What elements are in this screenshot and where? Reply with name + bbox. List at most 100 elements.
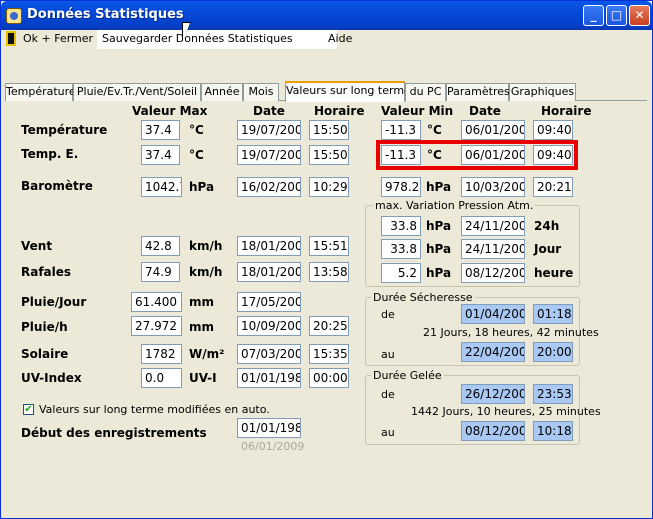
temperature-min-time[interactable]: 09:40 (533, 120, 573, 140)
tab-mois[interactable]: Mois (243, 83, 279, 101)
barometre-max-field[interactable]: 1042.7 (141, 177, 182, 197)
dry-from-label: de (381, 308, 395, 321)
temperature-max-date[interactable]: 19/07/2006 (237, 120, 301, 140)
rafales-max-field[interactable]: 74.9 (141, 262, 180, 282)
uv-max-field[interactable]: 0.0 (141, 368, 182, 388)
pressure-24h-value[interactable]: 33.8 (381, 216, 421, 236)
label-rafales: Rafales (21, 265, 72, 279)
tab-temperature[interactable]: Température (5, 83, 76, 101)
temp-e-max-time[interactable]: 15:50 (309, 145, 349, 165)
main-window: Données Statistiques _ □ ✕ Ok + Fermer S… (0, 0, 653, 519)
tab-long-term[interactable]: Valeurs sur long terme (285, 81, 411, 102)
tab-parametres[interactable]: Paramètres (446, 83, 510, 101)
barometre-min-unit: hPa (426, 180, 452, 194)
pressure-hour-value[interactable]: 5.2 (381, 263, 421, 283)
header-min: Valeur Min (381, 104, 454, 118)
pressure-24h-period: 24h (534, 219, 560, 233)
barometre-min-time[interactable]: 20:21 (533, 177, 573, 197)
dry-to-time[interactable]: 20:00 (533, 342, 573, 362)
temp-e-max-date[interactable]: 19/07/2006 (237, 145, 301, 165)
label-temp-e: Temp. E. (21, 147, 79, 161)
auto-update-checkbox[interactable]: ✔ (23, 404, 34, 415)
barometre-min-field[interactable]: 978.2 (381, 177, 421, 197)
pressure-hour-date[interactable]: 08/12/2006 (461, 263, 525, 283)
pluie-h-max-field[interactable]: 27.972 (131, 316, 182, 336)
temperature-unit: °C (189, 123, 204, 137)
header-time-max: Horaire (314, 104, 365, 118)
pluie-h-max-date[interactable]: 10/09/2005 (237, 316, 301, 336)
pressure-day-period: Jour (534, 242, 562, 256)
barometre-max-date[interactable]: 16/02/2008 (237, 177, 301, 197)
temperature-max-time[interactable]: 15:50 (309, 120, 349, 140)
frost-from-time[interactable]: 23:53 (533, 384, 573, 404)
start-recording-date-secondary: 06/01/2009 (241, 440, 305, 453)
auto-update-label[interactable]: Valeurs sur long terme modifiées en auto… (39, 403, 270, 416)
vent-max-field[interactable]: 42.8 (141, 236, 180, 256)
vent-max-time[interactable]: 15:51 (309, 236, 349, 256)
pluie-jour-max-field[interactable]: 61.400 (131, 292, 182, 312)
start-recording-date[interactable]: 01/01/1980 (237, 418, 301, 438)
label-start-recording: Début des enregistrements (21, 426, 207, 440)
pluie-h-max-time[interactable]: 20:25 (309, 316, 349, 336)
temp-e-max-field[interactable]: 37.4 (141, 145, 180, 165)
temp-e-unit: °C (189, 148, 204, 162)
uv-max-time[interactable]: 00:00 (309, 368, 349, 388)
dry-duration-title: Durée Sécheresse (371, 291, 475, 304)
rafales-max-date[interactable]: 18/01/2007 (237, 262, 301, 282)
label-vent: Vent (21, 239, 53, 253)
menu-app-icon (6, 31, 16, 46)
solaire-max-date[interactable]: 07/03/2008 (237, 344, 301, 364)
menu-save-stats[interactable]: Sauvegarder Données Statistiques (102, 32, 293, 45)
title-bar[interactable]: Données Statistiques _ □ ✕ (1, 1, 652, 30)
menu-ok-close[interactable]: Ok + Fermer (23, 32, 93, 45)
frost-to-time[interactable]: 10:18 (533, 421, 573, 441)
temperature-min-field[interactable]: -11.3 (381, 120, 421, 140)
barometre-min-date[interactable]: 10/03/2008 (461, 177, 525, 197)
barometre-max-time[interactable]: 10:29 (309, 177, 349, 197)
tab-annee[interactable]: Année (201, 83, 243, 101)
red-highlight-box (376, 140, 578, 170)
label-barometre: Baromètre (21, 179, 93, 193)
dry-to-date[interactable]: 22/04/2007 (461, 342, 525, 362)
minimize-button[interactable]: _ (583, 5, 604, 26)
frost-to-date[interactable]: 08/12/2008 (461, 421, 525, 441)
rafales-unit: km/h (189, 265, 223, 279)
tab-pluie-vent-soleil[interactable]: Pluie/Ev.Tr./Vent/Soleil (73, 83, 201, 101)
dry-from-time[interactable]: 01:18 (533, 304, 573, 324)
label-uv-index: UV-Index (21, 371, 82, 385)
pluie-jour-max-date[interactable]: 17/05/2008 (237, 292, 301, 312)
menu-bar: Ok + Fermer Sauvegarder Données Statisti… (1, 30, 652, 49)
rafales-max-time[interactable]: 13:58 (309, 262, 349, 282)
dry-to-label: au (381, 348, 395, 361)
label-pluie-jour: Pluie/Jour (21, 295, 87, 309)
pressure-24h-date[interactable]: 24/11/2005 (461, 216, 525, 236)
frost-duration-text: 1442 Jours, 10 heures, 25 minutes (411, 405, 601, 418)
uv-unit: UV-I (189, 371, 217, 385)
tab-graphiques[interactable]: Graphiques (509, 83, 576, 101)
label-solaire: Solaire (21, 347, 69, 361)
app-icon (6, 8, 22, 24)
pressure-24h-unit: hPa (426, 219, 452, 233)
menu-help[interactable]: Aide (328, 32, 352, 45)
maximize-button[interactable]: □ (606, 5, 627, 26)
vent-max-date[interactable]: 18/01/2007 (237, 236, 301, 256)
header-max: Valeur Max (132, 104, 208, 118)
temperature-min-date[interactable]: 06/01/2009 (461, 120, 525, 140)
pressure-day-value[interactable]: 33.8 (381, 239, 421, 259)
pressure-day-unit: hPa (426, 242, 452, 256)
uv-max-date[interactable]: 01/01/1980 (237, 368, 301, 388)
solaire-max-field[interactable]: 1782 (141, 344, 182, 364)
frost-from-date[interactable]: 26/12/2004 (461, 384, 525, 404)
label-temperature: Température (21, 123, 108, 137)
solaire-unit: W/m² (189, 347, 225, 361)
pressure-hour-unit: hPa (426, 266, 452, 280)
temperature-max-field[interactable]: 37.4 (141, 120, 180, 140)
dry-from-date[interactable]: 01/04/2007 (461, 304, 525, 324)
frost-duration-title: Durée Gelée (371, 369, 444, 382)
close-button[interactable]: ✕ (629, 5, 650, 26)
vent-unit: km/h (189, 239, 223, 253)
pressure-day-date[interactable]: 24/11/2005 (461, 239, 525, 259)
header-date-min: Date (469, 104, 501, 118)
solaire-max-time[interactable]: 15:35 (309, 344, 349, 364)
tab-du-pc[interactable]: du PC (405, 83, 446, 101)
